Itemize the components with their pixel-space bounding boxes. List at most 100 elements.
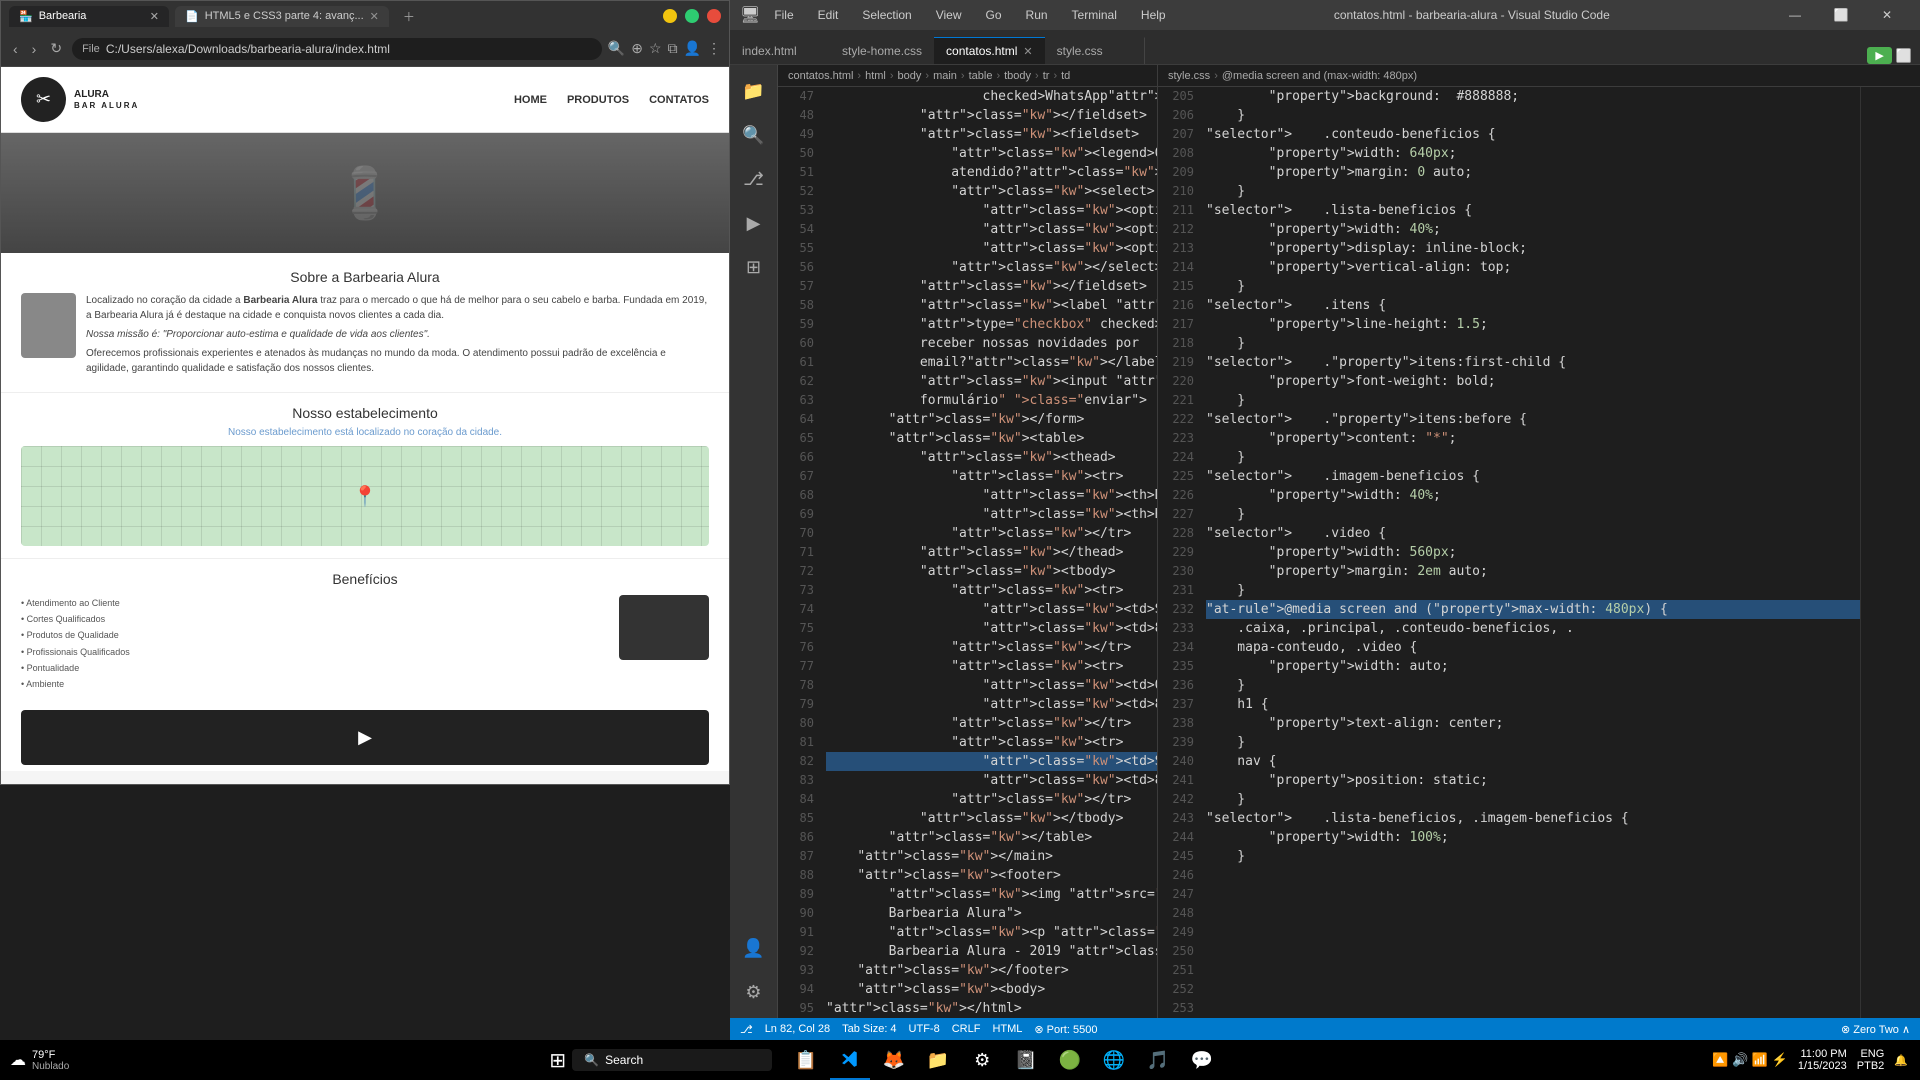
status-language[interactable]: HTML xyxy=(992,1023,1022,1035)
vscode-close[interactable]: ✕ xyxy=(1864,0,1910,30)
weather-icon: ☁ xyxy=(10,1050,26,1070)
status-errors: ⊗ Zero Two ∧ xyxy=(1841,1023,1910,1036)
menu-file[interactable]: File xyxy=(768,6,799,24)
tab-style-home[interactable]: style-home.css xyxy=(830,37,934,64)
weather-desc: Nublado xyxy=(32,1061,69,1072)
taskbar-app-green[interactable]: 🟢 xyxy=(1050,1040,1090,1080)
search-bar[interactable]: 🔍 Search xyxy=(572,1049,772,1071)
beneficios-image xyxy=(619,595,709,660)
status-encoding[interactable]: UTF-8 xyxy=(909,1023,940,1035)
window-controls xyxy=(663,9,721,23)
logo-icon: ✂ xyxy=(21,77,66,122)
taskbar-app-spotify[interactable]: 🎵 xyxy=(1138,1040,1178,1080)
taskbar-app-chrome[interactable]: 🌐 xyxy=(1094,1040,1134,1080)
vscode-window: 🖥 File Edit Selection View Go Run Termin… xyxy=(730,0,1920,1040)
status-port[interactable]: ⊗ Port: 5500 xyxy=(1034,1023,1097,1036)
nav-home[interactable]: HOME xyxy=(514,94,547,106)
back-button[interactable]: ‹ xyxy=(9,39,22,59)
new-tab-button[interactable]: ＋ xyxy=(395,4,423,29)
status-ln-col[interactable]: Ln 82, Col 28 xyxy=(765,1023,830,1035)
menu-edit[interactable]: Edit xyxy=(812,6,845,24)
zoom-button[interactable]: 🔍 xyxy=(608,40,625,57)
css-code-area[interactable]: 2052062072082092102112122132142152162172… xyxy=(1158,87,1860,1018)
establishment-text: Nosso estabelecimento está localizado no… xyxy=(21,427,709,438)
statusbar-right: ⊗ Zero Two ∧ xyxy=(1841,1023,1910,1036)
taskbar-app-notion[interactable]: 📓 xyxy=(1006,1040,1046,1080)
weather-info: 79°F Nublado xyxy=(32,1049,69,1072)
bc-file: contatos.html xyxy=(788,70,853,82)
video-placeholder: ▶ xyxy=(21,710,709,765)
date-display: 1/15/2023 xyxy=(1798,1060,1847,1072)
forward-button[interactable]: › xyxy=(28,39,41,59)
css-code-content: "property">background: #888888; }"select… xyxy=(1202,87,1860,1018)
menu-help[interactable]: Help xyxy=(1135,6,1172,24)
keyboard-layout: ENG PTB2 xyxy=(1857,1048,1885,1072)
sys-time[interactable]: 11:00 PM 1/15/2023 xyxy=(1798,1048,1847,1072)
status-tabsize[interactable]: Tab Size: 4 xyxy=(842,1023,896,1035)
tab-index-html[interactable]: index.html xyxy=(730,37,830,64)
activity-explorer[interactable]: 📁 xyxy=(736,73,772,109)
vscode-maximize[interactable]: ⬜ xyxy=(1818,0,1864,30)
minimap xyxy=(1860,87,1920,1018)
video-section: ▶ xyxy=(1,704,729,771)
browser-tab-active[interactable]: 🏪 Barbearia ✕ xyxy=(9,6,169,27)
minimize-button[interactable] xyxy=(663,9,677,23)
extensions-button[interactable]: ⧉ xyxy=(668,40,678,57)
star-button[interactable]: ☆ xyxy=(649,40,662,57)
notification-button[interactable]: 🔔 xyxy=(1894,1054,1908,1067)
browser-tab-2[interactable]: 📄 HTML5 e CSS3 parte 4: avanç... ✕ xyxy=(175,6,389,27)
vscode-menu: File Edit Selection View Go Run Terminal… xyxy=(768,6,1171,24)
beneficios-content: • Atendimento ao Cliente • Cortes Qualif… xyxy=(21,595,709,692)
activity-run[interactable]: ▶ xyxy=(736,205,772,241)
site-header: ✂ ALURA BAR ALURA HOME PRODUTOS CONTATOS xyxy=(1,67,729,133)
menu-run[interactable]: Run xyxy=(1020,6,1054,24)
html-breadcrumb: contatos.html › html › body › main › tab… xyxy=(778,65,1157,87)
profile-button[interactable]: 👤 xyxy=(684,40,701,57)
activity-extensions[interactable]: ⊞ xyxy=(736,249,772,285)
vscode-minimize[interactable]: — xyxy=(1772,0,1818,30)
css-editor-inner: 2052062072082092102112122132142152162172… xyxy=(1158,87,1920,1018)
beneficios-items: • Atendimento ao Cliente • Cortes Qualif… xyxy=(21,595,609,692)
activity-git[interactable]: ⎇ xyxy=(736,161,772,197)
taskbar-app-files[interactable]: 📁 xyxy=(918,1040,958,1080)
tab-style-css[interactable]: style.css xyxy=(1045,37,1145,64)
html-code-content: checked>WhatsApp"attr">class="kw"></labe… xyxy=(822,87,1157,1018)
taskbar-app-settings[interactable]: ⚙ xyxy=(962,1040,1002,1080)
html-code-area[interactable]: 4748495051525354555657585960616263646566… xyxy=(778,87,1157,1018)
menu-terminal[interactable]: Terminal xyxy=(1066,6,1123,24)
start-button[interactable]: ⊞ xyxy=(549,1048,566,1073)
activity-search[interactable]: 🔍 xyxy=(736,117,772,153)
map-placeholder: 📍 xyxy=(21,446,709,546)
taskbar-apps: 📋 🦊 📁 ⚙ 📓 🟢 🌐 🎵 💬 xyxy=(778,1040,1230,1080)
nav-contatos[interactable]: CONTATOS xyxy=(649,94,709,106)
tab-contatos-close[interactable]: ✕ xyxy=(1023,45,1032,58)
activity-account[interactable]: 👤 xyxy=(736,930,772,966)
css-line-numbers: 2052062072082092102112122132142152162172… xyxy=(1158,87,1202,1018)
bookmark-button[interactable]: ⊕ xyxy=(631,40,643,57)
search-label: Search xyxy=(605,1053,643,1067)
tab-style-label: style.css xyxy=(1057,44,1103,58)
html-line-numbers: 4748495051525354555657585960616263646566… xyxy=(778,87,822,1018)
menu-selection[interactable]: Selection xyxy=(856,6,917,24)
taskbar-app-discord[interactable]: 💬 xyxy=(1182,1040,1222,1080)
menu-view[interactable]: View xyxy=(930,6,968,24)
tab-contatos-html[interactable]: contatos.html ✕ xyxy=(934,37,1045,64)
run-controls: ▶ ⬜ xyxy=(1859,47,1920,64)
nav-produtos[interactable]: PRODUTOS xyxy=(567,94,629,106)
taskbar-app-clipboard[interactable]: 📋 xyxy=(786,1040,826,1080)
status-line-ending[interactable]: CRLF xyxy=(952,1023,981,1035)
taskbar-app-vscode[interactable] xyxy=(830,1040,870,1080)
activity-settings[interactable]: ⚙ xyxy=(736,974,772,1010)
menu-button[interactable]: ⋮ xyxy=(707,40,721,57)
taskbar-app-firefox[interactable]: 🦊 xyxy=(874,1040,914,1080)
run-button[interactable]: ▶ xyxy=(1867,47,1891,64)
split-editor-button[interactable]: ⬜ xyxy=(1896,48,1912,64)
maximize-button[interactable] xyxy=(685,9,699,23)
close-button[interactable] xyxy=(707,9,721,23)
tab-close-button[interactable]: ✕ xyxy=(150,10,159,23)
tab2-close-button[interactable]: ✕ xyxy=(370,10,379,23)
menu-go[interactable]: Go xyxy=(980,6,1008,24)
reload-button[interactable]: ↻ xyxy=(46,38,66,59)
about-paragraph-2: Oferecemos profissionais experientes e a… xyxy=(86,346,709,376)
url-bar[interactable]: File C:/Users/alexa/Downloads/barbearia-… xyxy=(72,38,602,60)
